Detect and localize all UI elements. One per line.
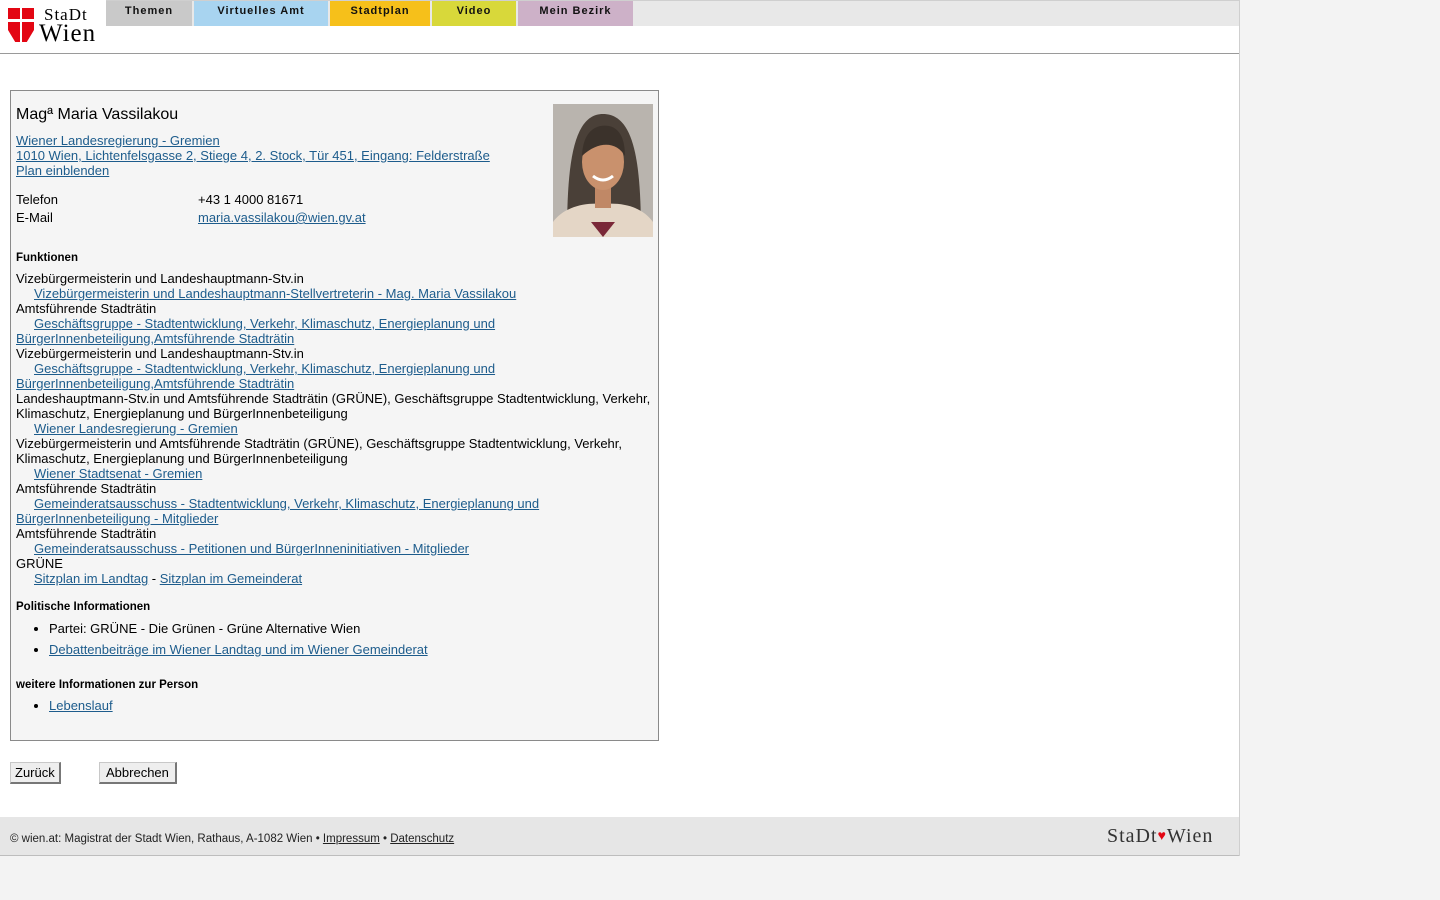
phone-label: Telefon bbox=[16, 192, 58, 207]
function-link-row: Vizebürgermeisterin und Landeshauptmann-… bbox=[16, 286, 656, 301]
footer: © wien.at: Magistrat der Stadt Wien, Rat… bbox=[0, 817, 1239, 856]
header-divider bbox=[0, 53, 1239, 54]
function-role: Vizebürgermeisterin und Landeshauptmann-… bbox=[16, 271, 304, 286]
footer-copyright: © wien.at: Magistrat der Stadt Wien, Rat… bbox=[10, 833, 323, 845]
party-role: GRÜNE bbox=[16, 556, 63, 571]
person-photo bbox=[553, 104, 653, 237]
tab-themen[interactable]: Themen bbox=[106, 1, 192, 26]
portrait-image bbox=[553, 104, 653, 237]
function-link-row: Wiener Landesregierung - Gremien bbox=[16, 421, 656, 436]
function-role: Amtsführende Stadträtin bbox=[16, 481, 157, 496]
email-link[interactable]: maria.vassilakou@wien.gv.at bbox=[198, 210, 366, 225]
function-link[interactable]: Wiener Landesregierung - Gremien bbox=[34, 421, 238, 436]
debates-link[interactable]: Debattenbeiträge im Wiener Landtag und i… bbox=[49, 642, 428, 657]
show-map-link[interactable]: Plan einblenden bbox=[16, 163, 109, 178]
party-item: Partei: GRÜNE - Die Grünen - Grüne Alter… bbox=[49, 621, 428, 637]
functions-title: Funktionen bbox=[16, 252, 78, 264]
function-role: Amtsführende Stadträtin bbox=[16, 301, 157, 316]
address-line: 1010 Wien, Lichtenfelsgasse 2, Stiege 4,… bbox=[16, 148, 490, 163]
function-link-row: Gemeinderatsausschuss - Petitionen und B… bbox=[16, 541, 656, 556]
footer-logo-stadt: StaDt bbox=[1107, 825, 1158, 847]
datenschutz-link[interactable]: Datenschutz bbox=[390, 833, 454, 845]
org-line: Wiener Landesregierung - Gremien bbox=[16, 133, 220, 148]
function-link-row: Geschäftsgruppe - Stadtentwicklung, Verk… bbox=[16, 316, 656, 346]
footer-logo-wien: Wien bbox=[1166, 825, 1214, 847]
function-link[interactable]: Geschäftsgruppe - Stadtentwicklung, Verk… bbox=[16, 316, 495, 346]
back-button[interactable]: Zurück bbox=[10, 762, 61, 784]
more-info-list: Lebenslauf bbox=[16, 698, 113, 719]
person-name: Magª Maria Vassilakou bbox=[16, 106, 179, 123]
function-link-row: Gemeinderatsausschuss - Stadtentwicklung… bbox=[16, 496, 656, 526]
function-link-row: Geschäftsgruppe - Stadtentwicklung, Verk… bbox=[16, 361, 656, 391]
page: StaDt Wien Themen Virtuelles Amt Stadtpl… bbox=[0, 0, 1240, 856]
org-link[interactable]: Wiener Landesregierung - Gremien bbox=[16, 133, 220, 148]
function-link[interactable]: Vizebürgermeisterin und Landeshauptmann-… bbox=[34, 286, 516, 301]
seat-plan-gemeinderat-link[interactable]: Sitzplan im Gemeinderat bbox=[160, 571, 302, 586]
person-card: Magª Maria Vassilakou Wiener Landesregie… bbox=[10, 90, 659, 741]
main-navigation: Themen Virtuelles Amt Stadtplan Video Me… bbox=[106, 0, 1239, 26]
function-role: Landeshauptmann-Stv.in und Amtsführende … bbox=[16, 391, 651, 421]
seat-plan-row: Sitzplan im Landtag - Sitzplan im Gemein… bbox=[16, 571, 656, 586]
logo-wien-text: Wien bbox=[39, 20, 97, 47]
debates-item: Debattenbeiträge im Wiener Landtag und i… bbox=[49, 642, 428, 658]
phone-value: +43 1 4000 81671 bbox=[198, 192, 304, 207]
function-link[interactable]: Wiener Stadtsenat - Gremien bbox=[34, 466, 202, 481]
cv-item: Lebenslauf bbox=[49, 698, 113, 714]
email-label: E-Mail bbox=[16, 210, 53, 225]
tab-video[interactable]: Video bbox=[432, 1, 516, 26]
more-info-title: weitere Informationen zur Person bbox=[16, 679, 199, 691]
footer-text: © wien.at: Magistrat der Stadt Wien, Rat… bbox=[10, 833, 454, 845]
function-link[interactable]: Gemeinderatsausschuss - Stadtentwicklung… bbox=[16, 496, 539, 526]
wien-shield-icon: ♥ bbox=[1157, 829, 1167, 844]
tab-stadtplan[interactable]: Stadtplan bbox=[330, 1, 430, 26]
function-role: Vizebürgermeisterin und Landeshauptmann-… bbox=[16, 346, 304, 361]
wien-flag-icon bbox=[8, 8, 34, 42]
footer-logo[interactable]: StaDt♥Wien bbox=[1107, 825, 1213, 848]
functions-list: Vizebürgermeisterin und Landeshauptmann-… bbox=[16, 271, 656, 586]
cv-link[interactable]: Lebenslauf bbox=[49, 698, 113, 713]
seat-plan-separator: - bbox=[148, 571, 160, 586]
impressum-link[interactable]: Impressum bbox=[323, 833, 380, 845]
stadt-wien-logo[interactable]: StaDt Wien bbox=[6, 5, 101, 47]
political-info-list: Partei: GRÜNE - Die Grünen - Grüne Alter… bbox=[16, 621, 428, 663]
map-line: Plan einblenden bbox=[16, 163, 109, 178]
function-link-row: Wiener Stadtsenat - Gremien bbox=[16, 466, 656, 481]
address-link[interactable]: 1010 Wien, Lichtenfelsgasse 2, Stiege 4,… bbox=[16, 148, 490, 163]
function-link[interactable]: Gemeinderatsausschuss - Petitionen und B… bbox=[34, 541, 469, 556]
function-role: Vizebürgermeisterin und Amtsführende Sta… bbox=[16, 436, 623, 466]
seat-plan-landtag-link[interactable]: Sitzplan im Landtag bbox=[34, 571, 148, 586]
function-link[interactable]: Geschäftsgruppe - Stadtentwicklung, Verk… bbox=[16, 361, 495, 391]
function-role: Amtsführende Stadträtin bbox=[16, 526, 157, 541]
cancel-button[interactable]: Abbrechen bbox=[99, 762, 177, 784]
political-info-title: Politische Informationen bbox=[16, 601, 151, 613]
tab-virtuelles-amt[interactable]: Virtuelles Amt bbox=[194, 1, 328, 26]
email-value: maria.vassilakou@wien.gv.at bbox=[198, 210, 366, 225]
tab-mein-bezirk[interactable]: Mein Bezirk bbox=[518, 1, 633, 26]
footer-separator: • bbox=[379, 833, 391, 845]
